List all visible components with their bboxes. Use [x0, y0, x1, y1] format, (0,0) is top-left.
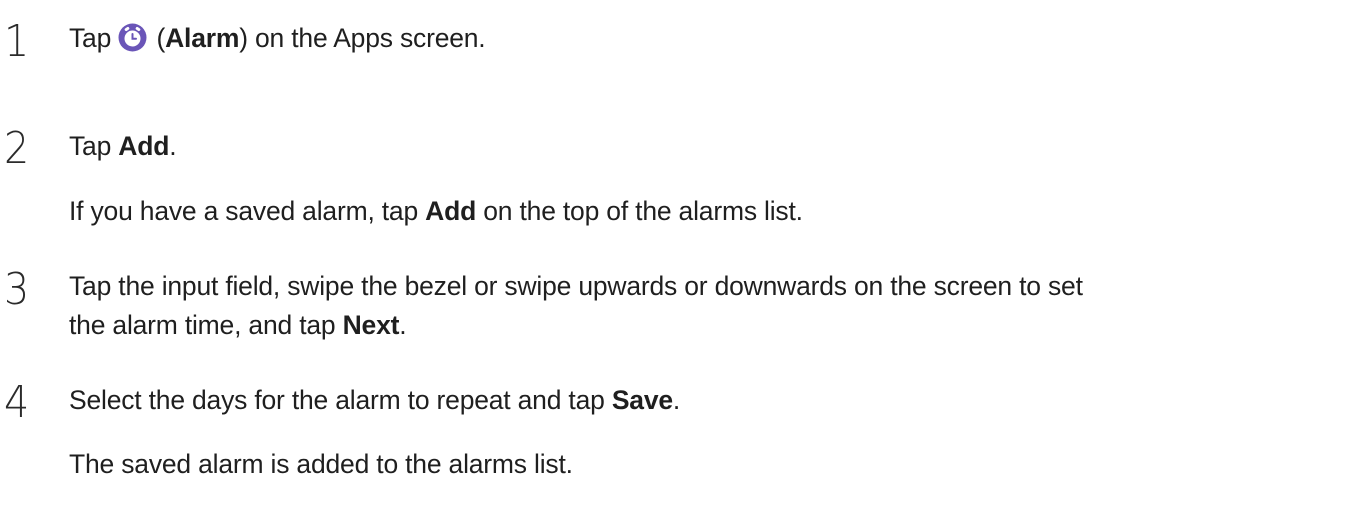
step-text-post: ) on the Apps screen. — [239, 23, 486, 53]
button-name-next: Next — [342, 310, 400, 340]
step-2-text: Tap Add. — [69, 131, 177, 161]
step-number: 3 — [4, 264, 30, 315]
app-name-alarm: Alarm — [165, 23, 240, 53]
alarm-clock-icon — [118, 23, 147, 52]
step-text-pre: the alarm time, and tap — [69, 310, 343, 340]
step-text-post: . — [672, 385, 681, 415]
step-text-post: . — [399, 310, 407, 340]
button-name-add: Add — [425, 196, 477, 226]
step-number: 4 — [4, 377, 30, 428]
step-text-pre: Tap — [69, 131, 119, 161]
step-number: 2 — [4, 123, 30, 174]
note-text-pre: If you have a saved alarm, tap — [69, 196, 426, 226]
button-name-add: Add — [118, 131, 170, 161]
note-text-post: on the top of the alarms list. — [476, 196, 803, 226]
step-text-post: . — [169, 131, 177, 161]
button-name-save: Save — [611, 385, 673, 415]
step-4-note: The saved alarm is added to the alarms l… — [69, 449, 573, 479]
paren-open: ( — [149, 23, 166, 53]
step-number: 1 — [4, 16, 30, 67]
step-text-pre: Tap — [69, 23, 112, 53]
step-2-note: If you have a saved alarm, tap Add on th… — [69, 196, 803, 226]
step-text-pre: Select the days for the alarm to repeat … — [69, 385, 612, 415]
step-3-text-line2: the alarm time, and tap Next. — [69, 310, 407, 340]
step-3-text-line1: Tap the input field, swipe the bezel or … — [69, 271, 1083, 301]
step-1-text: Tap (Alarm) on the Apps screen. — [69, 23, 486, 53]
step-4-text: Select the days for the alarm to repeat … — [69, 385, 680, 415]
